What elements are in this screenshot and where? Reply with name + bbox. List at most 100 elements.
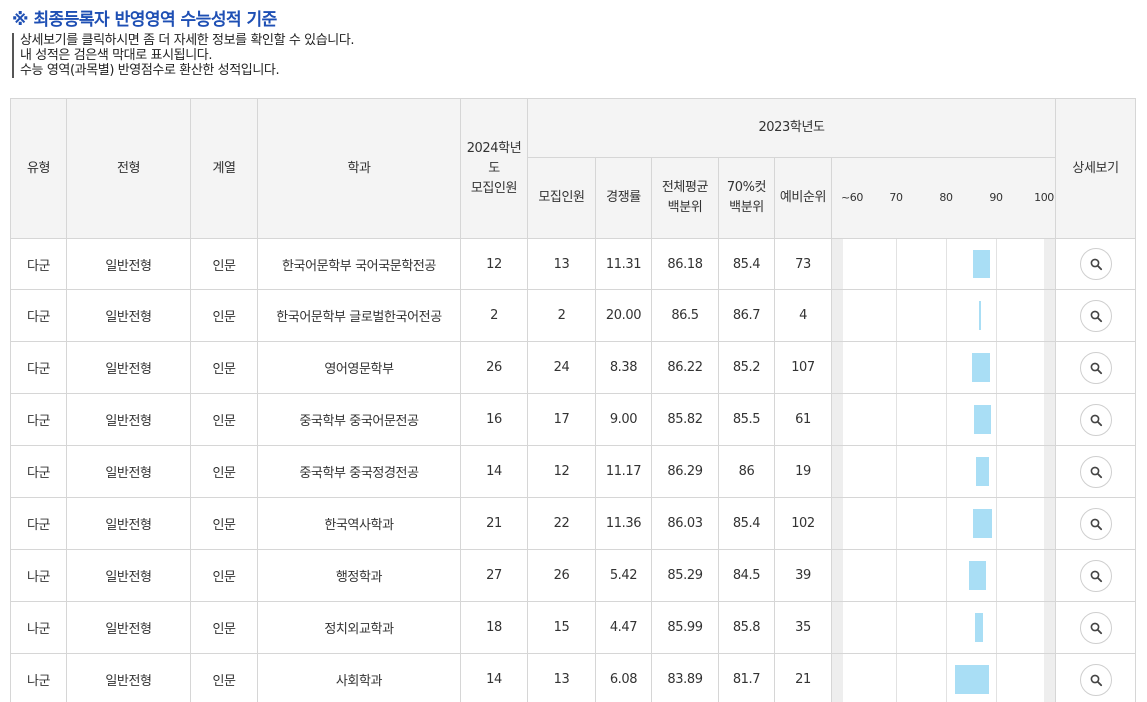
header-waitlist: 예비순위 (774, 157, 832, 239)
scale-label: ~60 (840, 191, 864, 204)
score-range-bar (972, 353, 990, 382)
cell-waitlist: 61 (774, 393, 832, 446)
cell-track: 인문 (190, 393, 258, 446)
cell-track: 인문 (190, 653, 258, 702)
cell-dept: 행정학과 (257, 549, 461, 602)
header-dept: 학과 (257, 98, 461, 239)
cell-admission: 일반전형 (66, 445, 191, 498)
cell-ratio: 20.00 (595, 289, 652, 342)
header-quota-2024: 2024학년도 모집인원 (460, 98, 528, 239)
detail-button[interactable] (1079, 248, 1112, 280)
cell-track: 인문 (190, 238, 258, 290)
cell-waitlist: 73 (774, 238, 832, 290)
cell-avg: 86.29 (651, 445, 719, 498)
cell-type: 나군 (10, 653, 67, 702)
detail-button[interactable] (1079, 403, 1112, 436)
header-admission: 전형 (66, 98, 191, 239)
header-track: 계열 (190, 98, 258, 239)
cell-quota2024: 14 (460, 653, 528, 702)
cell-ratio: 4.47 (595, 601, 652, 654)
detail-button[interactable] (1079, 299, 1112, 332)
score-range-cell (830, 238, 1057, 290)
score-range-cell (830, 549, 1057, 602)
cell-avg: 83.89 (651, 653, 719, 702)
cell-track: 인문 (190, 289, 258, 342)
detail-cell (1055, 341, 1137, 394)
detail-button[interactable] (1079, 507, 1112, 540)
score-range-cell (830, 497, 1057, 550)
grid-line (896, 394, 897, 445)
search-icon (1090, 622, 1102, 634)
grid-line (896, 498, 897, 549)
search-icon (1090, 466, 1102, 478)
cell-quota: 13 (527, 238, 596, 290)
cell-dept: 한국역사학과 (257, 497, 461, 550)
chart-edge (1044, 446, 1056, 497)
grid-line (946, 550, 947, 601)
table-row: 나군 일반전형 인문 정치외교학과 18 15 4.47 85.99 85.8 35 (10, 601, 1137, 654)
cell-dept: 영어영문학부 (257, 341, 461, 394)
cell-waitlist: 39 (774, 549, 832, 602)
cell-quota2024: 26 (460, 341, 528, 394)
cell-quota2024: 12 (460, 238, 528, 290)
grid-line (996, 550, 997, 601)
grid-line (896, 654, 897, 702)
chart-edge (832, 498, 843, 549)
grid-line (946, 290, 947, 341)
header-detail: 상세보기 (1055, 98, 1137, 239)
cell-admission: 일반전형 (66, 653, 191, 702)
cell-dept: 정치외교학과 (257, 601, 461, 654)
detail-button[interactable] (1079, 351, 1112, 384)
detail-cell (1055, 497, 1137, 550)
table-row: 나군 일반전형 인문 행정학과 27 26 5.42 85.29 84.5 39 (10, 549, 1137, 602)
score-range-bar (976, 457, 989, 486)
score-range-cell (830, 653, 1057, 702)
cell-dept: 한국어문학부 글로벌한국어전공 (257, 289, 461, 342)
detail-button[interactable] (1079, 663, 1112, 696)
chart-edge (1044, 654, 1056, 702)
header-ratio: 경쟁률 (595, 157, 652, 239)
grid-line (946, 654, 947, 702)
cell-avg: 86.22 (651, 341, 719, 394)
detail-cell (1055, 549, 1137, 602)
cell-admission: 일반전형 (66, 238, 191, 290)
grid-line (946, 394, 947, 445)
cell-quota: 24 (527, 341, 596, 394)
cell-cut70: 81.7 (718, 653, 775, 702)
cell-admission: 일반전형 (66, 497, 191, 550)
table-row: 다군 일반전형 인문 한국어문학부 국어국문학전공 12 13 11.31 86.18 85.4… (10, 238, 1137, 290)
cell-track: 인문 (190, 445, 258, 498)
cell-admission: 일반전형 (66, 393, 191, 446)
grid-line (996, 290, 997, 341)
grid-line (946, 602, 947, 653)
search-icon (1090, 674, 1102, 686)
grid-line (996, 602, 997, 653)
chart-edge (832, 290, 843, 341)
cell-quota: 12 (527, 445, 596, 498)
cell-avg: 85.29 (651, 549, 719, 602)
detail-button[interactable] (1079, 559, 1112, 592)
scale-label: 70 (889, 191, 903, 204)
detail-button[interactable] (1079, 455, 1112, 488)
score-range-cell (830, 445, 1057, 498)
cell-admission: 일반전형 (66, 549, 191, 602)
chart-edge (832, 550, 843, 601)
scale-label: 80 (939, 191, 953, 204)
cell-waitlist: 4 (774, 289, 832, 342)
cell-avg: 86.18 (651, 238, 719, 290)
detail-button[interactable] (1079, 611, 1112, 644)
detail-cell (1055, 289, 1137, 342)
score-range-bar (973, 405, 991, 434)
cell-quota2024: 27 (460, 549, 528, 602)
detail-cell (1055, 238, 1137, 290)
grid-line (896, 550, 897, 601)
table-row: 다군 일반전형 인문 영어영문학부 26 24 8.38 86.22 85.2 107 (10, 341, 1137, 394)
cell-quota: 2 (527, 289, 596, 342)
cell-admission: 일반전형 (66, 341, 191, 394)
header-quota: 모집인원 (527, 157, 596, 239)
detail-cell (1055, 393, 1137, 446)
header-cut70-percentile: 70%컷 백분위 (718, 157, 775, 239)
chart-edge (832, 239, 843, 289)
score-range-chart (832, 550, 1056, 601)
grid-line (896, 446, 897, 497)
